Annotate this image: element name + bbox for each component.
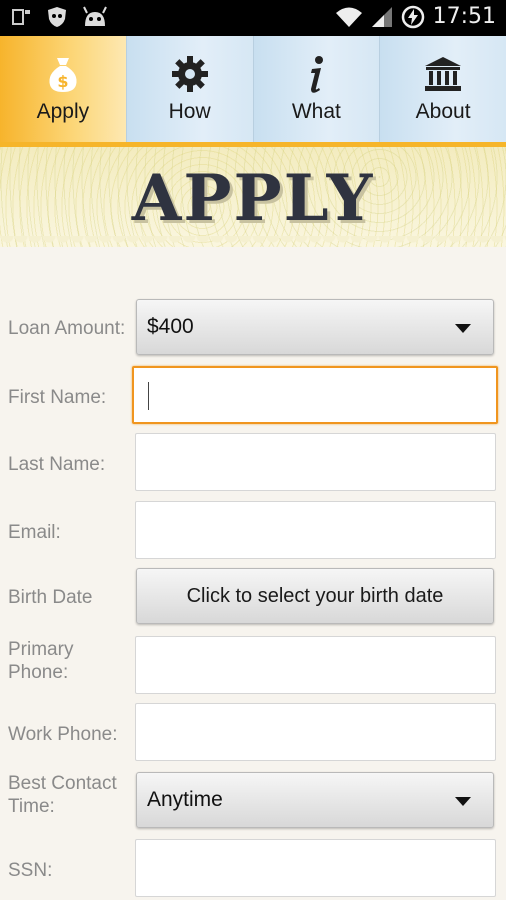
best-contact-time-label: Best Contact Time: [8,773,117,817]
money-bag-icon: $ [49,58,77,92]
first-name-field[interactable] [132,366,498,424]
dropdown-arrow-icon [455,324,471,333]
gear-icon [171,56,208,92]
page-title: APPLY [131,161,375,236]
tab-how[interactable]: How [126,36,254,142]
primary-phone-label: Primary Phone: [8,639,74,683]
page-banner: APPLY [0,147,506,247]
banner-scalloped-edge [0,236,506,250]
text-cursor [148,382,149,410]
tab-about[interactable]: About [380,36,506,142]
bank-icon [425,57,462,91]
work-phone-label: Work Phone: [8,724,118,745]
birth-date-button-label: Click to select your birth date [186,585,444,607]
tab-bar: $ Apply How What About [0,36,506,142]
email-field[interactable] [135,501,496,559]
tab-apply[interactable]: $ Apply [0,36,127,142]
loan-amount-label: Loan Amount: [8,318,126,339]
loan-application-form: Loan Amount: $400 First Name: Last Name:… [0,250,506,900]
loan-amount-value: $400 [147,315,194,338]
best-contact-time-value: Anytime [147,788,223,811]
work-phone-field[interactable] [135,703,496,761]
tab-label: How [168,100,211,123]
birth-date-button[interactable]: Click to select your birth date [136,568,494,624]
info-icon [311,56,324,93]
sim-icon [12,9,30,25]
battery-charging-icon [401,5,424,28]
android-icon [83,6,107,26]
primary-phone-field[interactable] [135,636,496,694]
svg-text:$: $ [57,72,68,91]
tab-label: What [291,100,341,123]
status-bar: 17:51 [0,0,506,36]
wifi-icon [335,7,362,27]
ssn-label: SSN: [8,860,53,881]
last-name-label: Last Name: [8,454,106,475]
tab-label: About [415,100,471,123]
shield-icon [48,7,66,27]
best-contact-time-select[interactable]: Anytime [136,772,494,828]
first-name-label: First Name: [8,387,107,408]
signal-icon [371,6,392,27]
birth-date-label: Birth Date [8,587,93,608]
loan-amount-select[interactable]: $400 [136,299,494,355]
ssn-field[interactable] [135,839,496,897]
email-label: Email: [8,522,61,543]
dropdown-arrow-icon [455,797,471,806]
tab-label: Apply [36,100,90,123]
tab-what[interactable]: What [253,36,381,142]
clock: 17:51 [432,4,496,29]
last-name-field[interactable] [135,433,496,491]
